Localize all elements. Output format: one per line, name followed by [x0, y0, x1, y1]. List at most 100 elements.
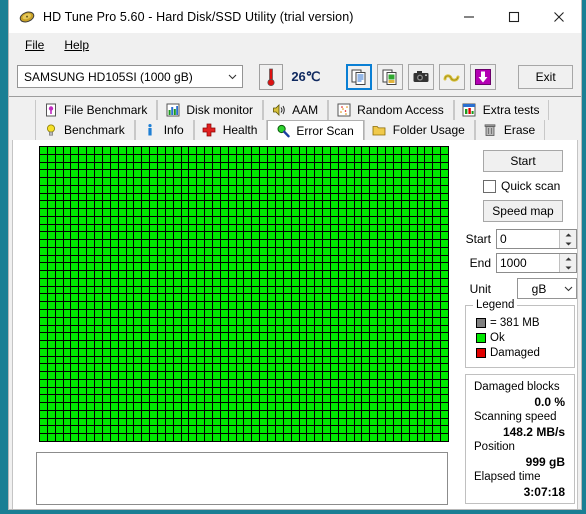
scan-block: [362, 317, 370, 325]
stepper-down-icon[interactable]: [560, 263, 576, 272]
download-arrow-icon[interactable]: [470, 63, 497, 90]
scan-block: [87, 317, 95, 325]
position-label: Position: [474, 441, 515, 453]
start-button[interactable]: Start: [483, 150, 563, 172]
end-input[interactable]: 1000: [496, 253, 577, 273]
legend-group: Legend = 381 MB Ok Damaged: [465, 299, 575, 368]
scan-block: [307, 271, 315, 278]
scan-block: [79, 348, 87, 356]
scan-block: [228, 193, 236, 201]
camera-icon[interactable]: [408, 63, 435, 90]
scan-block: [441, 193, 448, 201]
scan-block: [173, 170, 181, 178]
tab-random-access[interactable]: Random Access: [328, 100, 454, 120]
scan-block: [346, 178, 354, 185]
exit-button[interactable]: Exit: [518, 64, 573, 89]
scan-block: [338, 302, 346, 310]
menu-help[interactable]: Help: [54, 35, 99, 55]
close-button[interactable]: [536, 0, 581, 33]
scan-block: [150, 185, 157, 193]
scan-block: [142, 240, 150, 247]
scan-block: [71, 185, 79, 193]
stepper-down-icon[interactable]: [560, 239, 576, 248]
scan-block: [393, 216, 401, 224]
stepper-up-icon[interactable]: [560, 230, 576, 239]
scan-block: [189, 333, 197, 341]
tab-extra-tests[interactable]: Extra tests: [453, 100, 550, 120]
scan-block: [228, 247, 236, 255]
end-stepper[interactable]: [559, 254, 576, 272]
scan-block: [126, 263, 134, 271]
menu-file[interactable]: File: [15, 35, 54, 55]
scan-block: [79, 418, 87, 426]
tab-info[interactable]: Info: [134, 120, 194, 140]
scan-block: [118, 379, 126, 387]
scan-block: [87, 178, 95, 185]
scan-block: [220, 201, 228, 209]
tab-folder-usage[interactable]: Folder Usage: [363, 120, 475, 140]
scan-block: [142, 185, 150, 193]
scan-block: [346, 333, 354, 341]
scan-block: [393, 255, 401, 263]
copy-image-icon[interactable]: [377, 63, 404, 90]
scan-block: [134, 185, 142, 193]
scan-block: [205, 224, 213, 232]
scan-block: [425, 310, 433, 317]
scan-block: [181, 395, 189, 403]
scan-block: [118, 372, 126, 379]
scan-log-box[interactable]: [36, 452, 448, 505]
scan-block: [260, 185, 268, 193]
scan-block: [323, 372, 331, 379]
scan-block: [150, 418, 157, 426]
scan-block: [386, 395, 393, 403]
scan-block: [126, 178, 134, 185]
scan-block: [354, 201, 362, 209]
tab-file-benchmark[interactable]: File Benchmark: [35, 100, 158, 120]
scan-block: [354, 356, 362, 364]
scan-block: [205, 154, 213, 162]
scan-block: [252, 418, 260, 426]
scan-block: [393, 317, 401, 325]
tab-health[interactable]: Health: [193, 120, 268, 140]
speed-map-button[interactable]: Speed map: [483, 200, 563, 222]
scan-block: [189, 201, 197, 209]
tab-error-scan[interactable]: Error Scan: [267, 120, 364, 140]
tab-benchmark[interactable]: Benchmark: [35, 120, 135, 140]
scan-block: [95, 209, 102, 216]
scan-block: [79, 209, 87, 216]
scan-block: [150, 426, 157, 434]
drive-select[interactable]: SAMSUNG HD105SI (1000 gB): [17, 65, 244, 88]
stepper-up-icon[interactable]: [560, 254, 576, 263]
scan-block: [63, 302, 71, 310]
scan-block: [275, 294, 283, 302]
scan-block: [291, 434, 299, 441]
scan-block: [291, 232, 299, 240]
scan-block: [260, 434, 268, 441]
start-stepper[interactable]: [559, 230, 576, 248]
scan-block: [378, 162, 386, 170]
copy-icon[interactable]: [346, 63, 373, 90]
scan-block: [417, 426, 425, 434]
scan-block: [268, 426, 275, 434]
tab-aam[interactable]: AAM: [263, 100, 329, 120]
scan-block: [165, 341, 173, 348]
scan-block: [417, 379, 425, 387]
scan-block: [283, 372, 291, 379]
scan-block: [150, 201, 157, 209]
scan-block: [110, 325, 118, 333]
tab-disk-monitor[interactable]: Disk monitor: [157, 100, 264, 120]
scan-block: [126, 317, 134, 325]
trash-icon: [483, 123, 498, 138]
scan-block: [55, 310, 63, 317]
start-input[interactable]: 0: [496, 229, 577, 249]
minimize-button[interactable]: [446, 0, 491, 33]
folder-cable-icon[interactable]: [439, 63, 466, 90]
quick-scan-checkbox[interactable]: Quick scan: [483, 179, 560, 193]
maximize-button[interactable]: [491, 0, 536, 33]
unit-select[interactable]: gB: [517, 278, 577, 299]
scan-block: [401, 255, 409, 263]
tab-erase[interactable]: Erase: [474, 120, 546, 140]
scan-block: [71, 356, 79, 364]
scan-grid[interactable]: [39, 146, 449, 442]
scan-block: [71, 310, 79, 317]
